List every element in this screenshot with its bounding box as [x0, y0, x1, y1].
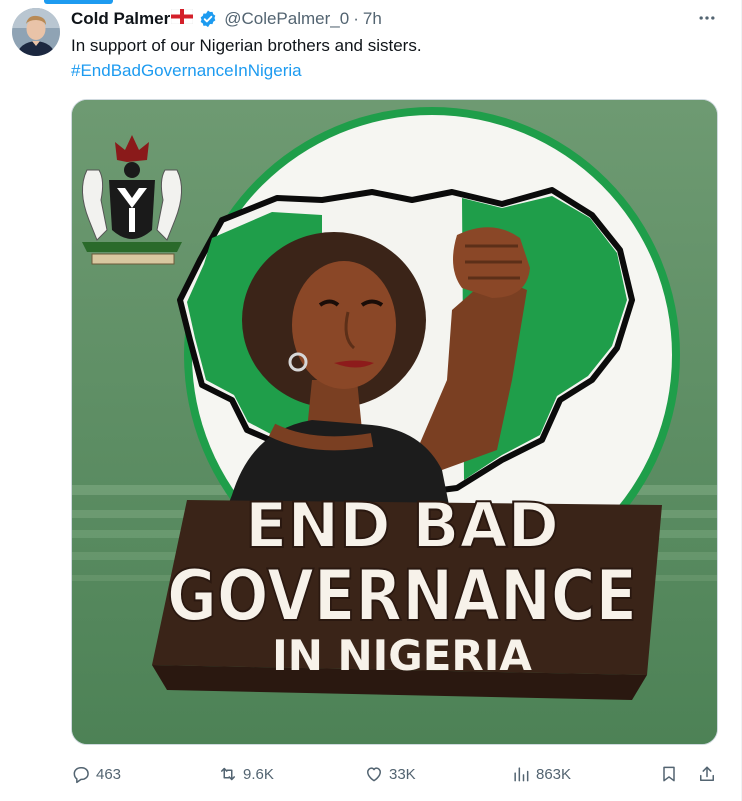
reply-icon	[73, 767, 89, 784]
handle[interactable]: @ColePalmer_0	[224, 9, 349, 29]
england-flag-icon	[170, 8, 194, 29]
like-count: 33K	[389, 765, 416, 783]
avatar-image	[12, 8, 60, 56]
poster-line-3: IN NIGERIA	[272, 631, 532, 680]
poster-line-1: END BAD	[245, 489, 559, 562]
heart-icon	[367, 767, 381, 782]
display-name[interactable]: Cold Palmer	[71, 9, 170, 29]
repost-count: 9.6K	[243, 765, 274, 783]
reply-button[interactable]: 463	[71, 757, 121, 791]
tweet-text: In support of our Nigerian brothers and …	[71, 36, 422, 55]
poster-line-2: GOVERNANCE	[167, 555, 637, 637]
hashtag-link[interactable]: #EndBadGovernanceInNigeria	[71, 60, 302, 82]
repost-icon	[221, 767, 235, 781]
views-chart-icon	[514, 767, 529, 782]
reply-count: 463	[96, 765, 122, 783]
separator-dot: ·	[353, 9, 359, 28]
active-tab-indicator	[44, 0, 113, 4]
more-options-button[interactable]	[692, 6, 722, 30]
more-icon	[699, 16, 715, 20]
bookmark-icon	[663, 766, 675, 782]
avatar[interactable]	[12, 8, 60, 56]
share-button[interactable]	[697, 757, 717, 791]
verified-badge-icon[interactable]	[198, 9, 218, 29]
tweet-header: Cold Palmer @ColePalmer_0 · 7h	[71, 8, 382, 30]
timestamp[interactable]: 7h	[363, 9, 382, 29]
views-count: 863K	[536, 765, 572, 783]
bookmark-button[interactable]	[659, 757, 679, 791]
end-bad-governance-poster: END BAD GOVERNANCE IN NIGERIA	[72, 100, 717, 744]
tweet-action-bar: 463 9.6K 33K 863K	[71, 757, 721, 791]
share-icon	[700, 766, 714, 781]
views-button[interactable]: 863K	[511, 757, 571, 791]
tweet-media-image[interactable]: END BAD GOVERNANCE IN NIGERIA	[71, 99, 718, 745]
repost-button[interactable]: 9.6K	[218, 757, 274, 791]
like-button[interactable]: 33K	[364, 757, 416, 791]
